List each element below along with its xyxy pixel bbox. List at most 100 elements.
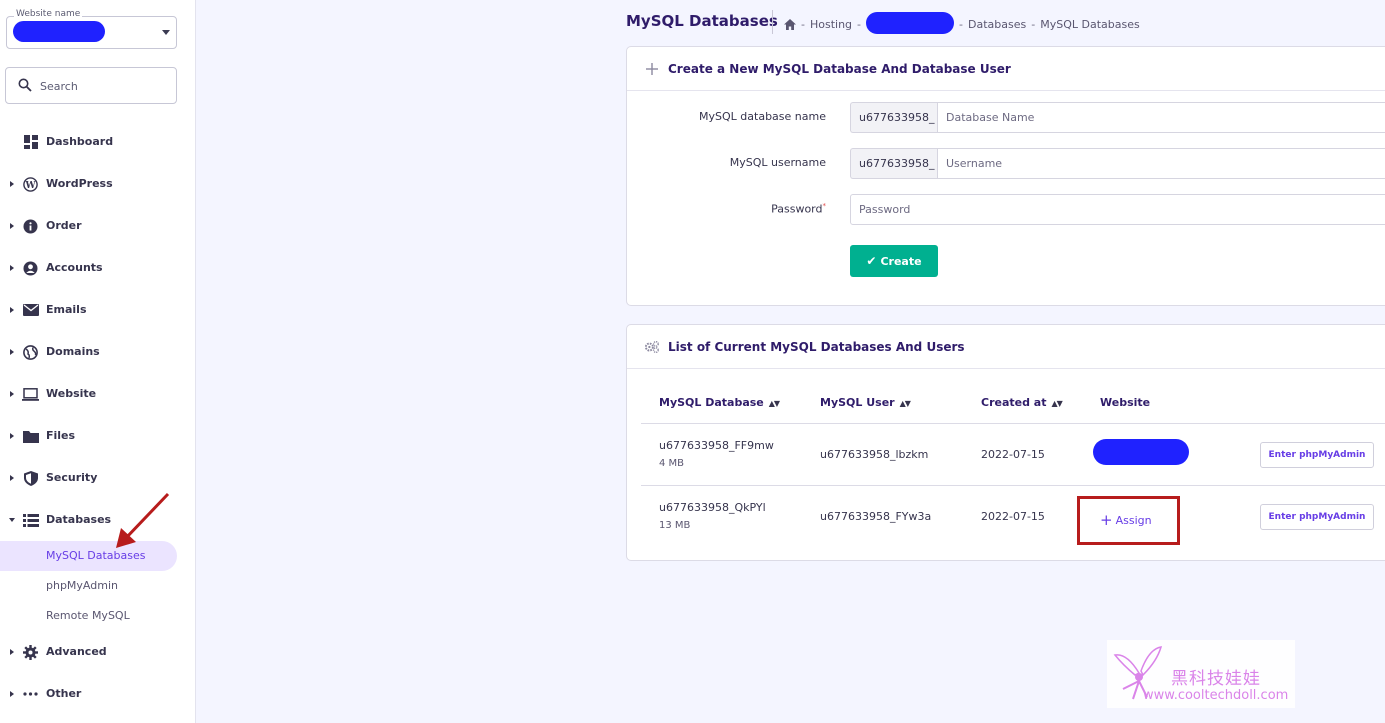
username-label: MySQL username [729,156,826,169]
enter-phpmyadmin-button[interactable]: Enter phpMyAdmin [1260,442,1374,468]
globe-icon [22,344,39,360]
sort-icon: ▲▼ [1051,398,1062,408]
sidebar-item-accounts[interactable]: Accounts [0,247,196,289]
cell-database: u677633958_FF9mw 4 MB [659,439,774,469]
sidebar-item-label: Dashboard [46,135,114,148]
sidebar-item-files[interactable]: Files [0,415,196,457]
db-name-label: MySQL database name [699,110,826,123]
sidebar-item-domains[interactable]: Domains [0,331,196,373]
chevron-right-icon [10,223,14,229]
sidebar-subitem-label: MySQL Databases [46,549,146,562]
sidebar-item-label: Other [46,687,82,700]
password-label-text: Password [771,202,823,216]
create-button[interactable]: ✔ Create [850,245,938,277]
table-header: MySQL Database ▲▼ MySQL User ▲▼ Created at… [641,382,1385,424]
db-name-prefix: u677633958_ [850,102,937,133]
breadcrumb-separator: - [801,17,805,31]
sidebar-item-label: Accounts [46,261,103,274]
page-title: MySQL Databases [626,12,778,30]
table-row: u677633958_FF9mw 4 MB u677633958_lbzkm 2… [641,425,1385,486]
search-icon [18,78,32,92]
sidebar-item-website[interactable]: Website [0,373,196,415]
database-name: u677633958_FF9mw [659,439,774,452]
sidebar-item-label: Advanced [46,645,107,658]
home-icon[interactable] [784,18,796,30]
database-size: 4 MB [659,458,685,469]
breadcrumb-databases[interactable]: Databases [968,18,1026,31]
sidebar-subitem-remote-mysql[interactable]: Remote MySQL [0,601,196,631]
create-database-card: Create a New MySQL Database And Database… [626,46,1385,306]
create-button-label: Create [880,254,922,268]
cell-database: u677633958_QkPYl 13 MB [659,501,766,531]
column-header-created[interactable]: Created at ▲▼ [981,396,1063,409]
db-name-input[interactable] [937,102,1385,133]
sidebar-item-label: Domains [46,345,100,358]
sidebar-item-label: Emails [46,303,87,316]
column-header-user[interactable]: MySQL User ▲▼ [820,396,911,409]
sidebar-subitem-phpmyadmin[interactable]: phpMyAdmin [0,571,196,601]
database-icon [22,512,39,528]
assign-website-link[interactable]: + Assign [1100,511,1152,529]
list-card-title: List of Current MySQL Databases And User… [668,339,965,354]
password-input[interactable] [850,194,1385,225]
database-name: u677633958_QkPYl [659,501,766,514]
sidebar-item-label: WordPress [46,177,113,190]
sidebar-subitem-label: Remote MySQL [46,609,130,622]
chevron-right-icon [10,349,14,355]
chevron-right-icon [10,391,14,397]
breadcrumb: - Hosting - - Databases - MySQL Database… [784,12,1140,34]
breadcrumb-hosting[interactable]: Hosting [810,18,852,31]
chevron-down-icon [162,30,170,35]
redacted-website-name [13,21,105,42]
website-select[interactable]: Website name [6,9,177,49]
assign-highlight-box: + Assign [1077,496,1180,545]
folder-icon [22,428,39,444]
gears-icon [645,340,659,354]
breadcrumb-separator: - [857,17,862,31]
sidebar-item-other[interactable]: Other [0,673,196,715]
check-icon: ✔ [866,254,877,268]
svg-text:W: W [24,181,36,191]
chevron-right-icon [10,649,14,655]
username-input[interactable] [937,148,1385,179]
enter-phpmyadmin-button[interactable]: Enter phpMyAdmin [1260,504,1374,530]
annotation-arrow-icon [116,492,170,548]
sort-icon: ▲▼ [768,398,780,408]
assign-label: Assign [1115,514,1152,527]
sidebar-item-dashboard[interactable]: Dashboard [0,121,196,163]
password-label: Password* [771,202,826,216]
sidebar-item-label: Website [46,387,97,400]
column-header-label: Created at [981,396,1047,409]
sidebar-item-wordpress[interactable]: W WordPress [0,163,196,205]
sidebar: Website name Dashboard W WordPress [0,0,196,723]
chevron-right-icon [10,691,14,697]
cell-created: 2022-07-15 [981,448,1045,461]
sidebar-subitem-label: phpMyAdmin [46,579,118,592]
search-input[interactable] [38,76,168,96]
website-select-caption: Website name [14,9,83,19]
sidebar-item-emails[interactable]: Emails [0,289,196,331]
cell-created: 2022-07-15 [981,510,1045,523]
sidebar-item-order[interactable]: Order [0,205,196,247]
create-card-title: Create a New MySQL Database And Database… [668,61,1011,76]
db-name-row: MySQL database name u677633958_ [627,102,1385,133]
column-header-label: MySQL User [820,396,895,409]
database-size: 13 MB [659,520,691,531]
column-header-website: Website [1100,396,1151,409]
wordpress-icon: W [22,176,39,192]
sidebar-item-label: Files [46,429,76,442]
shield-icon [22,470,39,486]
create-card-header: Create a New MySQL Database And Database… [627,47,1385,91]
breadcrumb-current: MySQL Databases [1040,17,1140,31]
database-list-card: List of Current MySQL Databases And User… [626,324,1385,561]
search-box[interactable] [5,67,177,104]
chevron-right-icon [10,307,14,313]
watermark-url: www.cooltechdoll.com [1143,688,1289,703]
sidebar-item-advanced[interactable]: Advanced [0,631,196,673]
gear-icon [22,644,39,660]
chevron-down-icon [9,518,15,522]
laptop-icon [22,386,39,402]
column-header-database[interactable]: MySQL Database ▲▼ [659,396,780,409]
password-row: Password* [627,194,1385,225]
dashboard-icon [22,134,39,150]
